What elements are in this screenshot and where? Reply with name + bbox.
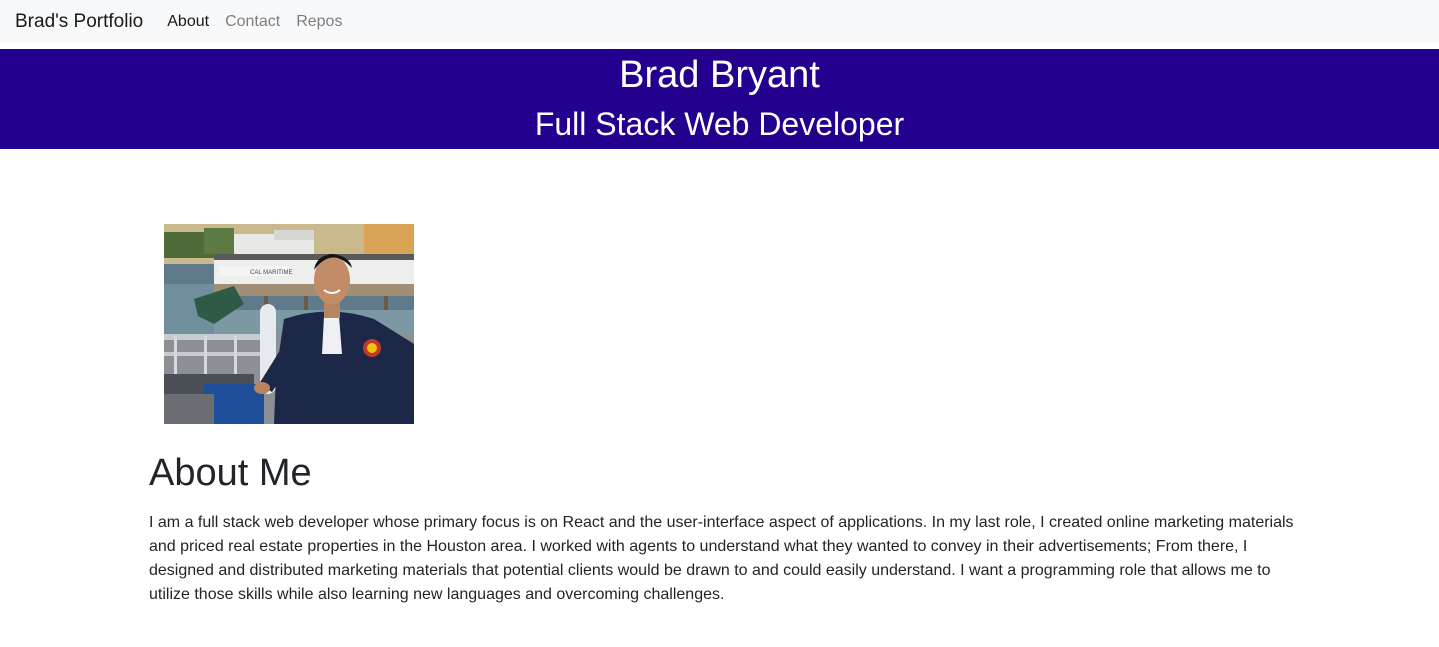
hero-banner: Brad Bryant Full Stack Web Developer [0,49,1439,149]
nav-links: About Contact Repos [167,13,358,31]
brand-link[interactable]: Brad's Portfolio [15,11,143,33]
about-heading: About Me [149,452,312,494]
photo-sign-text: CAL MARITIME [250,270,292,276]
hero-name: Brad Bryant [619,54,820,96]
navbar: Brad's Portfolio About Contact Repos [0,0,1439,43]
profile-photo: CAL MARITIME [164,224,414,424]
hero-title: Full Stack Web Developer [534,106,905,142]
nav-link-contact[interactable]: Contact [225,13,280,31]
nav-link-about[interactable]: About [167,13,209,31]
nav-link-repos[interactable]: Repos [296,13,342,31]
about-paragraph: I am a full stack web developer whose pr… [149,514,1294,603]
